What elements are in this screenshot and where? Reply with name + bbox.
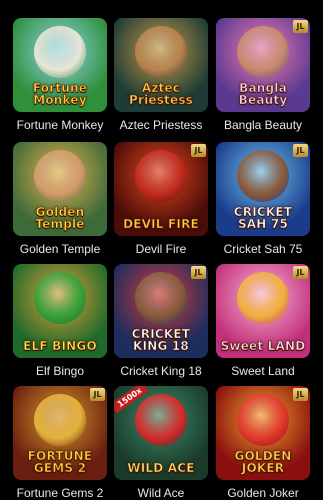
game-thumbnail[interactable]: Aztec Priestess: [114, 18, 208, 112]
game-character-art: [34, 394, 86, 446]
game-logo-text: GOLDEN JOKER: [234, 449, 292, 475]
provider-badge-icon: JL: [293, 266, 308, 279]
game-title: Cricket Sah 75: [223, 242, 303, 256]
game-title: Devil Fire: [135, 242, 187, 256]
game-logo-text: Aztec Priestess: [128, 81, 194, 107]
provider-badge-icon: JL: [293, 20, 308, 33]
game-thumbnail[interactable]: ELF BINGO: [13, 264, 107, 358]
game-character-art: [237, 150, 289, 202]
game-logo-text: FORTUNE GEMS 2: [27, 449, 93, 475]
provider-badge-icon: JL: [191, 266, 206, 279]
game-tile-cricket-sah-75[interactable]: CRICKET SAH 75 JL Cricket Sah 75: [216, 142, 310, 256]
game-logo-text: Fortune Monkey: [32, 81, 88, 107]
game-character-art: [237, 394, 289, 446]
game-logo-text: WILD ACE: [127, 461, 195, 475]
game-title: Sweet Land: [231, 364, 295, 378]
game-title: Fortune Monkey: [16, 118, 104, 132]
game-thumbnail[interactable]: Golden Temple: [13, 142, 107, 236]
game-character-art: [135, 272, 187, 324]
game-character-art: [135, 150, 187, 202]
game-tile-fortune-gems-2[interactable]: FORTUNE GEMS 2 JL Fortune Gems 2: [13, 386, 107, 500]
game-tile-golden-temple[interactable]: Golden Temple Golden Temple: [13, 142, 107, 256]
game-tile-cricket-king-18[interactable]: CRICKET KING 18 JL Cricket King 18: [114, 264, 208, 378]
game-title: Fortune Gems 2: [16, 486, 104, 500]
game-thumbnail[interactable]: CRICKET KING 18 JL: [114, 264, 208, 358]
provider-badge-icon: JL: [191, 144, 206, 157]
game-character-art: [34, 26, 86, 78]
game-title: Bangla Beauty: [223, 118, 303, 132]
game-character-art: [34, 150, 86, 202]
game-logo-text: Golden Temple: [35, 205, 85, 231]
game-thumbnail[interactable]: GOLDEN JOKER JL: [216, 386, 310, 480]
game-title: Golden Temple: [19, 242, 101, 256]
game-thumbnail[interactable]: FORTUNE GEMS 2 JL: [13, 386, 107, 480]
game-logo-text: ELF BINGO: [23, 339, 97, 353]
game-character-art: [135, 26, 187, 78]
game-thumbnail[interactable]: WILD ACE 1500x: [114, 386, 208, 480]
game-tile-sweet-land[interactable]: Sweet LAND JL Sweet Land: [216, 264, 310, 378]
game-thumbnail[interactable]: Bangla Beauty JL: [216, 18, 310, 112]
game-character-art: [237, 272, 289, 324]
game-title: Wild Ace: [137, 486, 185, 500]
game-logo-text: Sweet LAND: [220, 339, 306, 353]
game-character-art: [34, 272, 86, 324]
game-tile-aztec-priestess[interactable]: Aztec Priestess Aztec Priestess: [114, 18, 208, 132]
game-character-art: [237, 26, 289, 78]
provider-badge-icon: JL: [293, 144, 308, 157]
game-logo-text: DEVIL FIRE: [123, 217, 199, 231]
provider-badge-icon: JL: [293, 388, 308, 401]
game-grid: Fortune Monkey Fortune Monkey Aztec Priest…: [0, 0, 323, 500]
game-logo-text: CRICKET KING 18: [131, 327, 191, 353]
game-title: Cricket King 18: [120, 364, 202, 378]
game-tile-elf-bingo[interactable]: ELF BINGO Elf Bingo: [13, 264, 107, 378]
game-logo-text: Bangla Beauty: [238, 81, 288, 107]
game-thumbnail[interactable]: Fortune Monkey: [13, 18, 107, 112]
game-tile-wild-ace[interactable]: WILD ACE 1500x Wild Ace: [114, 386, 208, 500]
game-tile-bangla-beauty[interactable]: Bangla Beauty JL Bangla Beauty: [216, 18, 310, 132]
game-tile-devil-fire[interactable]: DEVIL FIRE JL Devil Fire: [114, 142, 208, 256]
provider-badge-icon: JL: [90, 388, 105, 401]
game-thumbnail[interactable]: CRICKET SAH 75 JL: [216, 142, 310, 236]
game-thumbnail[interactable]: DEVIL FIRE JL: [114, 142, 208, 236]
game-title: Aztec Priestess: [119, 118, 203, 132]
game-character-art: [135, 394, 187, 446]
game-title: Golden Joker: [227, 486, 299, 500]
game-tile-fortune-monkey[interactable]: Fortune Monkey Fortune Monkey: [13, 18, 107, 132]
game-title: Elf Bingo: [35, 364, 85, 378]
game-logo-text: CRICKET SAH 75: [233, 205, 293, 231]
game-thumbnail[interactable]: Sweet LAND JL: [216, 264, 310, 358]
game-tile-golden-joker[interactable]: GOLDEN JOKER JL Golden Joker: [216, 386, 310, 500]
